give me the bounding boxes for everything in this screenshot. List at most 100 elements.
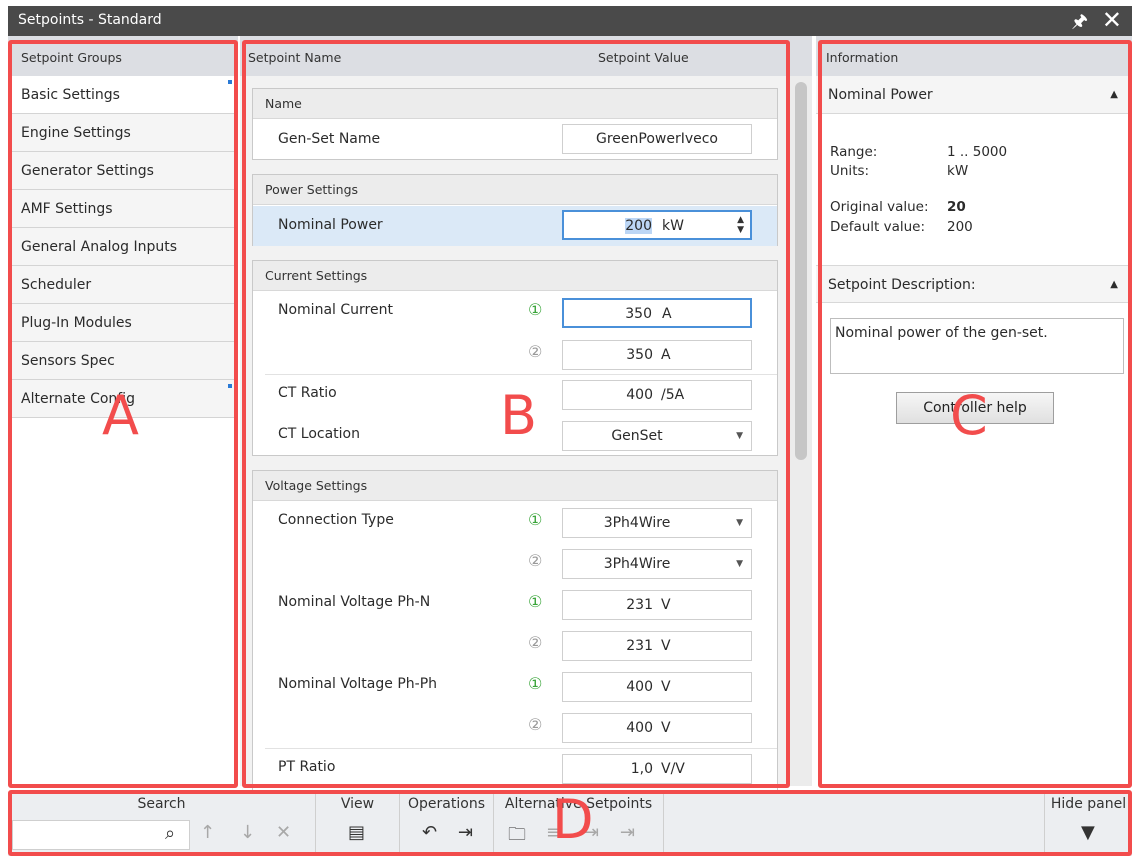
information-panel: Information Nominal Power ▲ Range: 1 .. … — [816, 36, 1132, 786]
scrollbar-thumb[interactable] — [795, 82, 807, 460]
setpoint-label: CT Ratio — [278, 385, 337, 401]
value-number: 231 — [626, 597, 653, 613]
value-number: 350 — [626, 347, 653, 363]
list-icon[interactable]: ≡ — [546, 822, 561, 843]
arrow-up-icon[interactable]: ↑ — [200, 822, 215, 843]
favorites-view-icon[interactable]: ▤ — [348, 822, 365, 843]
nom-v-phph-1-input[interactable]: 400 V — [562, 672, 752, 702]
import-icon[interactable]: ⇥ — [584, 822, 599, 843]
chevron-down-icon: ▼ — [736, 431, 743, 441]
info-section-description[interactable]: Setpoint Description: ▲ — [816, 265, 1132, 303]
group-item-scheduler[interactable]: Scheduler — [8, 266, 238, 304]
setpoint-row-ct-ratio[interactable]: CT Ratio 400 /5A — [253, 374, 777, 414]
value-text: 3Ph4Wire — [603, 556, 671, 572]
collapse-up-icon[interactable]: ▲ — [1110, 266, 1118, 304]
setpoint-row-nom-v-phn-2[interactable]: ② 231 V — [253, 625, 777, 665]
setpoint-label: Nominal Power — [278, 217, 383, 233]
value-unit: V — [661, 597, 671, 613]
vertical-scrollbar[interactable] — [790, 76, 812, 786]
subset-2-icon: ② — [528, 551, 543, 570]
group-item-general-analog-inputs[interactable]: General Analog Inputs — [8, 228, 238, 266]
setpoint-label: Nominal Current — [278, 302, 393, 318]
setpoint-label: CT Location — [278, 426, 360, 442]
hide-panel-label: Hide panel — [1050, 796, 1127, 812]
subset-2-icon: ② — [528, 715, 543, 734]
ct-ratio-input[interactable]: 400 /5A — [562, 380, 752, 410]
group-label: Generator Settings — [21, 163, 154, 179]
default-value-label: Default value: — [830, 219, 926, 235]
search-input[interactable]: ⌕ — [12, 820, 190, 850]
value-number: 200 — [625, 218, 652, 234]
setpoint-row-nom-v-phph-2[interactable]: ② 400 V — [253, 707, 777, 747]
alternative-group-label: Alternative Setpoints — [504, 796, 653, 812]
value-unit: kW — [662, 218, 684, 234]
information-header: Information — [816, 36, 1132, 76]
nominal-current-2-input[interactable]: 350 A — [562, 340, 752, 370]
setpoint-row-nominal-current-1[interactable]: Nominal Current ① 350 A — [253, 292, 777, 332]
import-selected-icon[interactable]: ⇥ — [620, 822, 635, 843]
group-label: Scheduler — [21, 277, 92, 293]
value-text: GenSet — [611, 428, 663, 444]
value-text: GreenPowerIveco — [595, 131, 718, 147]
subset-2-icon: ② — [528, 342, 543, 361]
group-item-plug-in-modules[interactable]: Plug-In Modules — [8, 304, 238, 342]
description-text: Nominal power of the gen-set. — [835, 325, 1048, 341]
undo-icon[interactable]: ↶ — [422, 822, 437, 843]
group-item-generator-settings[interactable]: Generator Settings — [8, 152, 238, 190]
group-item-sensors-spec[interactable]: Sensors Spec — [8, 342, 238, 380]
bottom-toolbar: Search ⌕ ↑ ↓ ✕ View ▤ Operations ↶ ⇥ Alt… — [8, 792, 1132, 856]
setpoint-row-pt-ratio[interactable]: PT Ratio 1,0 V/V — [253, 748, 777, 788]
nominal-power-stepper[interactable]: 200 kW ▲ ▼ — [562, 210, 752, 240]
setpoint-row-ct-location[interactable]: CT Location GenSet ▼ — [253, 415, 777, 455]
section-header: Name — [253, 89, 777, 119]
connection-type-2-select[interactable]: 3Ph4Wire ▼ — [562, 549, 752, 579]
setpoint-row-connection-type-1[interactable]: Connection Type ① 3Ph4Wire ▼ — [253, 502, 777, 542]
value-unit: V/V — [661, 761, 685, 777]
search-icon[interactable]: ⌕ — [165, 823, 175, 844]
group-label: Engine Settings — [21, 125, 131, 141]
clear-icon[interactable]: ✕ — [276, 822, 291, 843]
modified-marker — [228, 80, 232, 84]
info-title: Nominal Power — [828, 87, 933, 103]
view-group-label: View — [340, 796, 375, 812]
setpoint-row-genset-name[interactable]: Gen-Set Name GreenPowerIveco — [253, 120, 777, 160]
row-divider — [265, 374, 777, 375]
group-item-alternate-config[interactable]: Alternate Config — [8, 380, 238, 418]
nom-v-phph-2-input[interactable]: 400 V — [562, 713, 752, 743]
description-header: Setpoint Description: — [828, 277, 976, 293]
operations-group-label: Operations — [408, 796, 485, 812]
setpoints-list: Name Gen-Set Name GreenPowerIveco Power … — [240, 76, 812, 800]
nom-v-phn-1-input[interactable]: 231 V — [562, 590, 752, 620]
group-item-amf-settings[interactable]: AMF Settings — [8, 190, 238, 228]
setpoint-row-nominal-power[interactable]: Nominal Power 200 kW ▲ ▼ — [253, 206, 777, 246]
setpoint-row-nom-v-phn-1[interactable]: Nominal Voltage Ph-N ① 231 V — [253, 584, 777, 624]
controller-help-button[interactable]: Controller help — [896, 392, 1054, 424]
close-icon[interactable]: ✕ — [1102, 6, 1122, 34]
apply-icon[interactable]: ⇥ — [458, 822, 473, 843]
setpoint-row-connection-type-2[interactable]: ② 3Ph4Wire ▼ — [253, 543, 777, 583]
subset-1-icon: ① — [528, 300, 543, 319]
nom-v-phn-2-input[interactable]: 231 V — [562, 631, 752, 661]
collapse-up-icon[interactable]: ▲ — [1110, 76, 1118, 114]
hide-panel-icon[interactable]: ▼ — [1081, 822, 1095, 843]
genset-name-input[interactable]: GreenPowerIveco — [562, 124, 752, 154]
group-label: Sensors Spec — [21, 353, 115, 369]
setpoint-row-nominal-current-2[interactable]: ② 350 A — [253, 334, 777, 374]
setpoint-description-box: Nominal power of the gen-set. — [830, 318, 1124, 374]
group-label: Plug-In Modules — [21, 315, 132, 331]
spin-arrows-icon[interactable]: ▲ ▼ — [737, 215, 744, 235]
pin-icon[interactable]: 🖈︎ — [1071, 9, 1088, 39]
folder-icon[interactable]: 🗀︎ — [508, 822, 526, 852]
arrow-down-icon[interactable]: ↓ — [240, 822, 255, 843]
group-label: Alternate Config — [21, 391, 136, 407]
info-section-nominal-power[interactable]: Nominal Power ▲ — [816, 76, 1132, 114]
connection-type-1-select[interactable]: 3Ph4Wire ▼ — [562, 508, 752, 538]
nominal-current-1-input[interactable]: 350 A — [562, 298, 752, 328]
setpoint-row-nom-v-phph-1[interactable]: Nominal Voltage Ph-Ph ① 400 V — [253, 666, 777, 706]
pt-ratio-input[interactable]: 1,0 V/V — [562, 754, 752, 784]
ct-location-select[interactable]: GenSet ▼ — [562, 421, 752, 451]
modified-marker — [228, 384, 232, 388]
group-item-basic-settings[interactable]: Basic Settings — [8, 76, 238, 114]
group-item-engine-settings[interactable]: Engine Settings — [8, 114, 238, 152]
units-label: Units: — [830, 163, 870, 179]
